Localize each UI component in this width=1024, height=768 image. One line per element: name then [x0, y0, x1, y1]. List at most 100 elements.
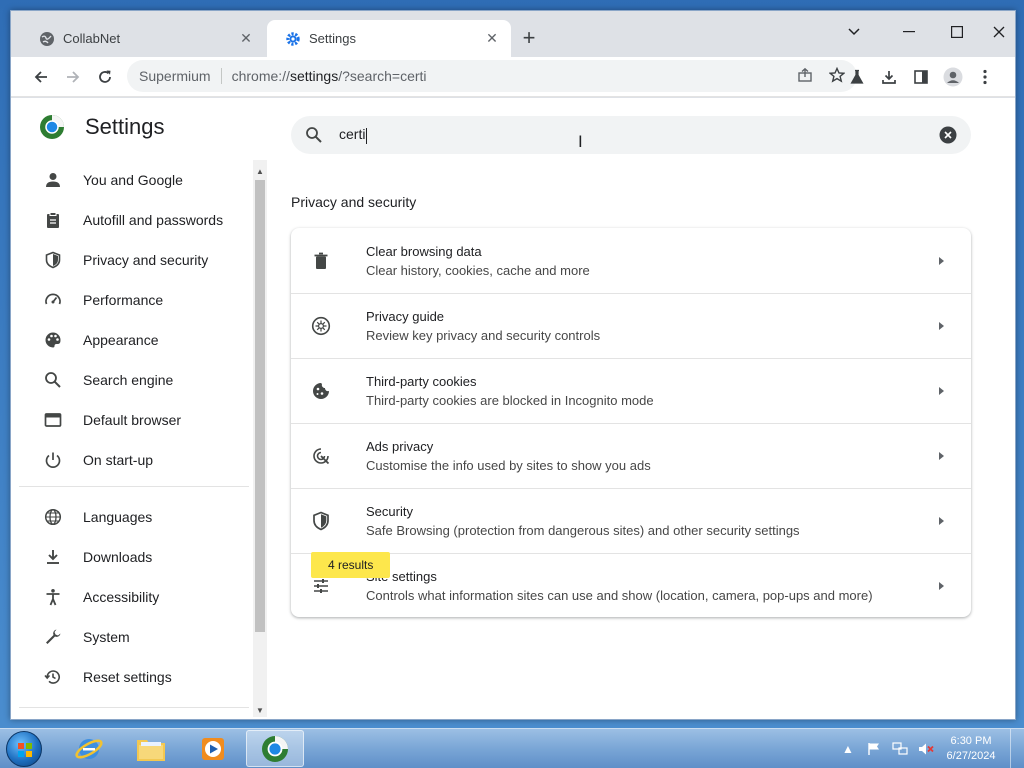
media-player-icon[interactable]	[184, 730, 242, 767]
volume-muted-icon[interactable]	[918, 741, 934, 757]
supermium-logo-icon	[39, 114, 65, 140]
sidebar-item-you-and-google[interactable]: You and Google	[11, 160, 253, 200]
download-icon[interactable]	[875, 63, 903, 91]
url-text: chrome://settings/?search=certi	[231, 68, 427, 84]
share-icon[interactable]	[797, 67, 813, 86]
scroll-up-arrow-icon[interactable]: ▲	[253, 164, 267, 178]
back-icon[interactable]	[27, 63, 55, 91]
close-tab-icon[interactable]: ✕	[237, 30, 255, 48]
search-results-bubble: 4 results	[311, 552, 391, 578]
close-window-button[interactable]	[982, 17, 1015, 47]
show-desktop-button[interactable]	[1010, 729, 1024, 768]
reload-icon[interactable]	[91, 63, 119, 91]
profile-avatar-icon[interactable]	[939, 63, 967, 91]
row-ads-privacy[interactable]: Ads privacy Customise the info used by si…	[291, 423, 971, 488]
sidebar-divider	[19, 486, 249, 487]
sidebar-item-label: Search engine	[83, 372, 174, 388]
start-button[interactable]	[6, 731, 42, 767]
sidebar-item-label: Reset settings	[83, 669, 172, 685]
system-tray: ▲	[840, 729, 934, 768]
sidebar-item-autofill[interactable]: Autofill and passwords	[11, 200, 253, 240]
sidebar-item-privacy[interactable]: Privacy and security	[11, 240, 253, 280]
sidebar-item-appearance[interactable]: Appearance	[11, 320, 253, 360]
action-center-flag-icon[interactable]	[866, 741, 882, 757]
row-privacy-guide[interactable]: Privacy guide Review key privacy and secu…	[291, 293, 971, 358]
chevron-right-icon	[935, 514, 947, 526]
sidebar-item-label: Appearance	[83, 332, 159, 348]
side-panel-icon[interactable]	[907, 63, 935, 91]
gear-icon	[285, 31, 301, 47]
file-explorer-icon[interactable]	[122, 730, 180, 767]
tab-search-button[interactable]	[831, 17, 877, 47]
clock-time: 6:30 PM	[950, 735, 992, 747]
browser-window: CollabNet ✕ Settings ✕ + Supermium chrom…	[10, 10, 1016, 720]
row-subtitle: Third-party cookies are blocked in Incog…	[366, 392, 654, 408]
browser-toolbar: Supermium chrome://settings/?search=cert…	[11, 57, 1015, 97]
sidebar-item-system[interactable]: System	[11, 617, 253, 657]
download-icon	[41, 545, 65, 569]
minimize-button[interactable]	[886, 17, 932, 47]
row-title: Clear browsing data	[366, 243, 482, 259]
sidebar-item-label: Downloads	[83, 549, 153, 565]
sidebar-item-on-startup[interactable]: On start-up	[11, 440, 253, 480]
network-icon[interactable]	[892, 741, 908, 757]
sidebar-item-reset-settings[interactable]: Reset settings	[11, 657, 253, 697]
row-security[interactable]: Security Safe Browsing (protection from d…	[291, 488, 971, 553]
sidebar-item-default-browser[interactable]: Default browser	[11, 400, 253, 440]
row-title: Security	[366, 503, 413, 519]
chevron-right-icon	[935, 579, 947, 591]
search-icon	[305, 126, 323, 144]
scroll-down-arrow-icon[interactable]: ▼	[253, 703, 267, 717]
sidebar-item-downloads[interactable]: Downloads	[11, 537, 253, 577]
text-caret	[366, 127, 368, 144]
sidebar-item-label: Default browser	[83, 412, 182, 428]
maximize-button[interactable]	[934, 17, 980, 47]
site-name: Supermium	[139, 68, 211, 84]
sidebar-scrollbar[interactable]: ▲ ▼	[253, 160, 267, 717]
row-clear-browsing-data[interactable]: Clear browsing data Clear history, cookie…	[291, 228, 971, 293]
tab-collabnet[interactable]: CollabNet ✕	[21, 20, 265, 57]
sidebar-item-performance[interactable]: Performance	[11, 280, 253, 320]
row-divider	[291, 488, 971, 489]
scrollbar-thumb[interactable]	[255, 180, 265, 632]
forward-icon[interactable]	[59, 63, 87, 91]
supermium-icon[interactable]	[246, 730, 304, 767]
clipboard-icon	[41, 208, 65, 232]
clear-search-icon[interactable]	[939, 126, 957, 144]
person-icon	[41, 168, 65, 192]
row-site-settings[interactable]: Site settings Controls what information s…	[291, 553, 971, 618]
new-tab-button[interactable]: +	[516, 25, 542, 51]
row-title: Site settings	[366, 568, 437, 584]
sidebar-item-label: On start-up	[83, 452, 154, 468]
mouse-ibeam-cursor-icon: I	[578, 132, 583, 151]
row-divider	[291, 423, 971, 424]
wrench-icon	[41, 625, 65, 649]
tab-settings[interactable]: Settings ✕	[267, 20, 511, 57]
sidebar-item-search-engine[interactable]: Search engine	[11, 360, 253, 400]
taskbar-clock[interactable]: 6:30 PM 6/27/2024	[940, 734, 1002, 764]
address-bar[interactable]: Supermium chrome://settings/?search=cert…	[127, 60, 857, 92]
row-subtitle: Clear history, cookies, cache and more	[366, 262, 590, 278]
internet-explorer-icon[interactable]	[60, 730, 118, 767]
tab-title: Settings	[309, 31, 356, 46]
chevron-right-icon	[935, 449, 947, 461]
row-subtitle: Controls what information sites can use …	[366, 587, 873, 603]
section-title: Privacy and security	[291, 194, 417, 210]
menu-kebab-icon[interactable]	[971, 63, 999, 91]
show-hidden-icons-icon[interactable]: ▲	[840, 741, 856, 757]
tab-title: CollabNet	[63, 31, 121, 46]
ads-icon	[311, 446, 331, 466]
row-subtitle: Safe Browsing (protection from dangerous…	[366, 522, 800, 538]
row-divider	[291, 293, 971, 294]
chevron-right-icon	[935, 254, 947, 266]
sidebar-divider	[19, 707, 249, 708]
trash-icon	[311, 251, 331, 271]
labs-flask-icon[interactable]	[843, 63, 871, 91]
shield-icon	[311, 511, 331, 531]
close-tab-icon[interactable]: ✕	[483, 30, 501, 48]
row-third-party-cookies[interactable]: Third-party cookies Third-party cookies a…	[291, 358, 971, 423]
settings-search-input[interactable]: certi	[291, 116, 971, 154]
sidebar-item-languages[interactable]: Languages	[11, 497, 253, 537]
speedometer-icon	[41, 288, 65, 312]
sidebar-item-accessibility[interactable]: Accessibility	[11, 577, 253, 617]
